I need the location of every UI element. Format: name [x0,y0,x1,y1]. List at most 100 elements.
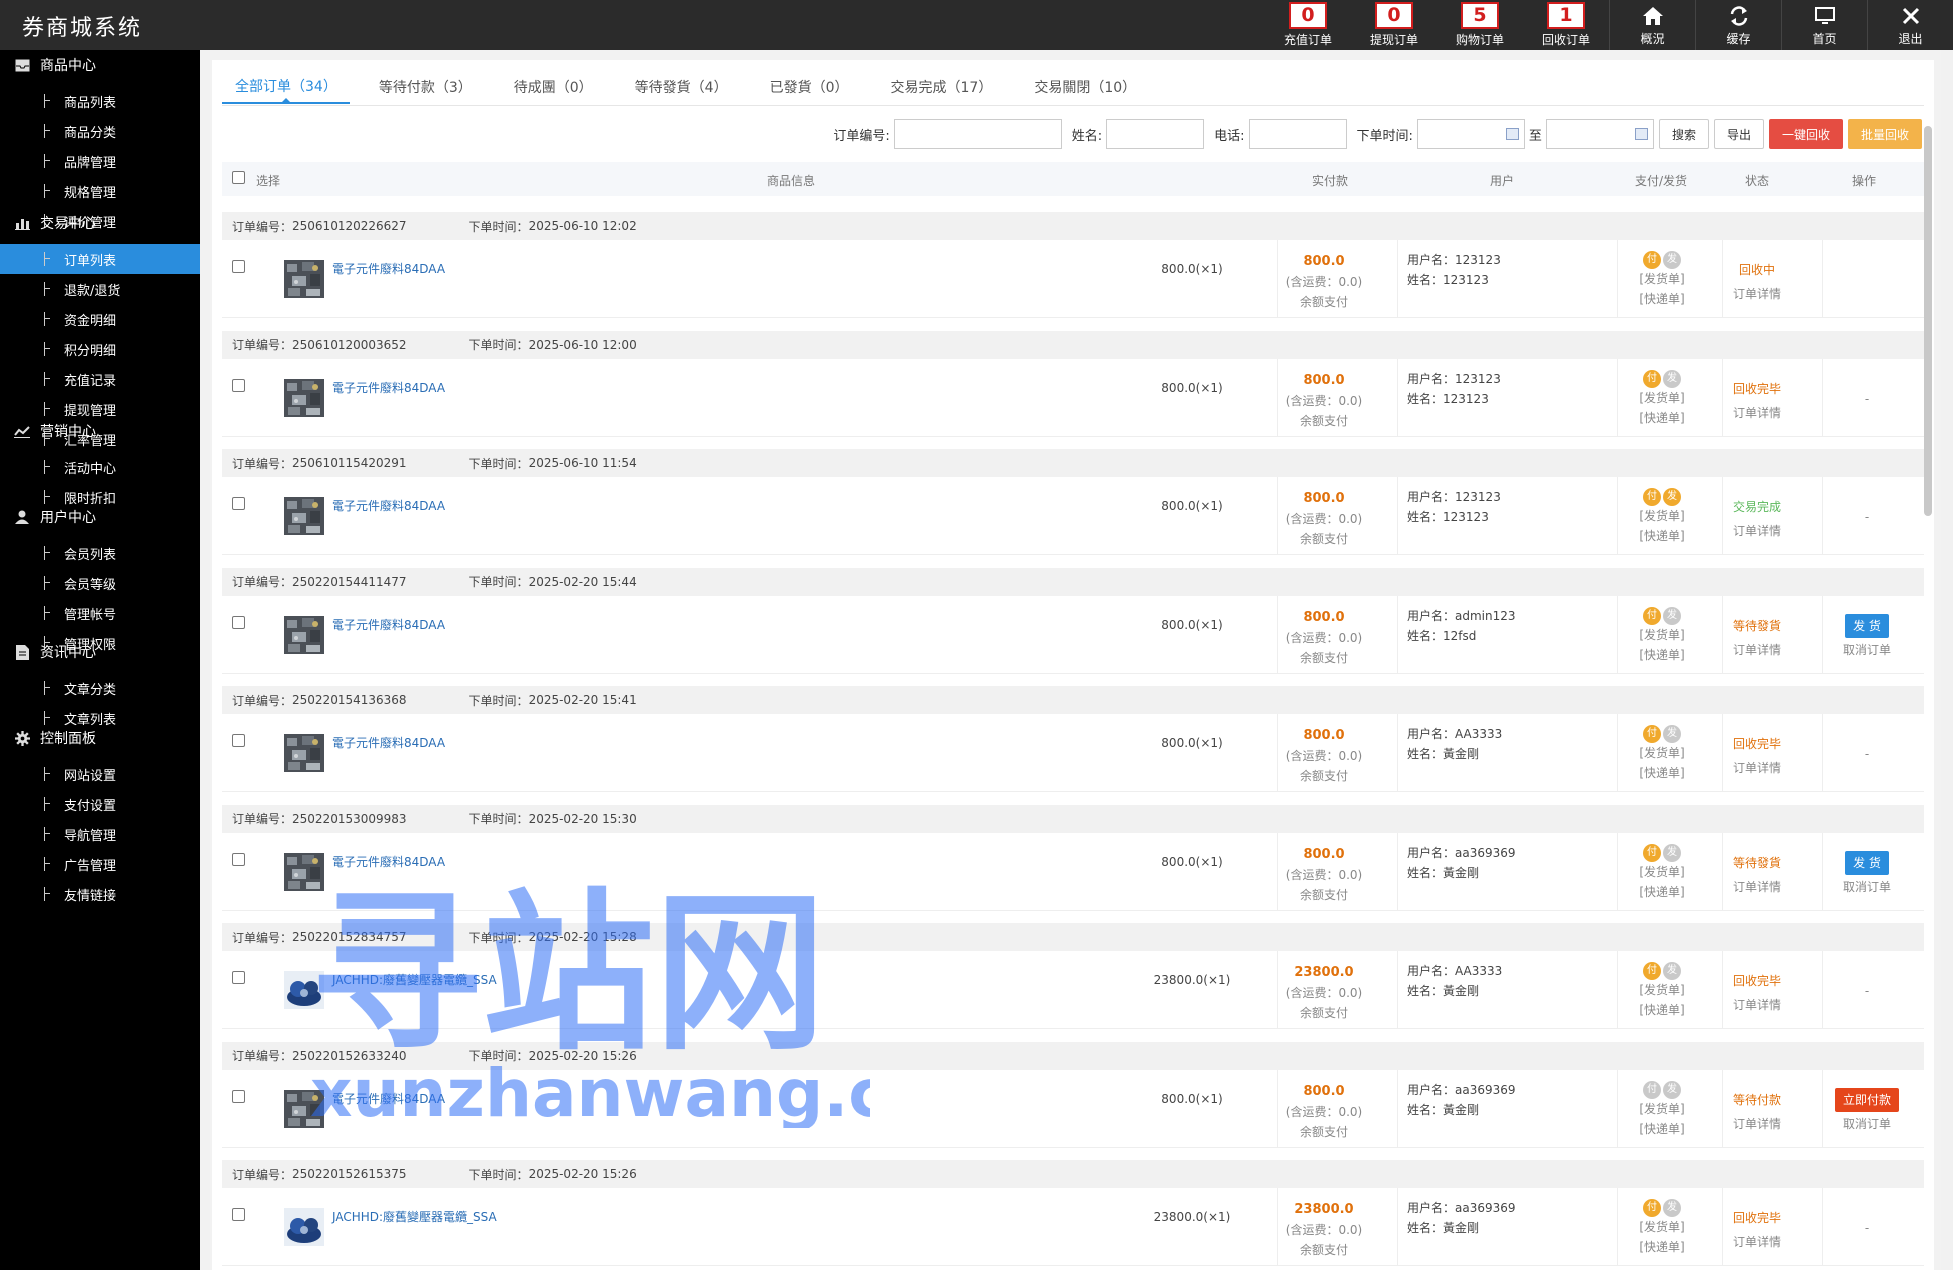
ship-doc-link[interactable]: [发货单] [1622,388,1702,408]
search-button[interactable]: 搜索 [1658,119,1709,149]
order-detail-link[interactable]: 订单详情 [1717,875,1797,899]
cancel-order-link[interactable]: 取消订单 [1822,875,1912,899]
order-checkbox[interactable] [232,497,245,510]
top-nav-monitor[interactable]: 首页 [1781,0,1867,50]
tab-4[interactable]: 已發貨（0） [757,70,862,104]
ship-doc-link[interactable]: [发货单] [1622,1217,1702,1237]
sidebar-item[interactable]: 会员等级 [0,568,200,598]
batch-recycle-button[interactable]: 批量回收 [1847,119,1922,149]
sidebar-item[interactable]: 会员列表 [0,538,200,568]
product-link[interactable]: 電子元件廢料84DAA [332,616,445,633]
select-all-checkbox[interactable] [232,171,245,184]
order-checkbox[interactable] [232,615,245,629]
pay-now-button[interactable]: 立即付款 [1834,1087,1899,1112]
calendar-icon[interactable] [1634,128,1648,140]
sidebar-item[interactable]: 支付设置 [0,789,200,819]
sidebar-item[interactable]: 规格管理 [0,176,200,206]
order-checkbox[interactable] [232,378,245,392]
ship-doc-link[interactable]: [发货单] [1622,269,1702,289]
order-detail-link[interactable]: 订单详情 [1717,993,1797,1017]
tab-5[interactable]: 交易完成（17） [878,70,1006,104]
sidebar-item[interactable]: 充值记录 [0,364,200,394]
product-link[interactable]: JACHHD:廢舊變壓器電纜_SSA [332,1208,497,1225]
product-link[interactable]: 電子元件廢料84DAA [332,853,445,870]
sidebar-section-2[interactable]: 营销中心 [0,416,200,446]
sidebar-item[interactable]: 广告管理 [0,849,200,879]
sidebar-item[interactable]: 文章分类 [0,673,200,703]
order-checkbox[interactable] [232,1089,245,1103]
express-doc-link[interactable]: [快递单] [1622,1119,1702,1139]
top-nav-close[interactable]: 退出 [1867,0,1953,50]
cancel-order-link[interactable]: 取消订单 [1822,1112,1912,1136]
sidebar-item[interactable]: 管理帐号 [0,598,200,628]
calendar-icon[interactable] [1505,128,1519,140]
product-thumbnail[interactable] [284,1208,324,1246]
ship-doc-link[interactable]: [发货单] [1622,1099,1702,1119]
order-checkbox[interactable] [232,1208,245,1221]
cancel-order-link[interactable]: 取消订单 [1822,638,1912,662]
top-nav-home[interactable]: 概況 [1609,0,1695,50]
order-detail-link[interactable]: 订单详情 [1717,1230,1797,1254]
sidebar-section-0[interactable]: 商品中心 [0,50,200,80]
top-nav-refresh[interactable]: 缓存 [1695,0,1781,50]
product-link[interactable]: 電子元件廢料84DAA [332,379,445,396]
product-thumbnail[interactable] [284,497,324,535]
tab-1[interactable]: 等待付款（3） [366,70,485,104]
product-thumbnail[interactable] [284,615,324,654]
product-thumbnail[interactable] [284,1089,324,1128]
sidebar-item[interactable]: 品牌管理 [0,146,200,176]
product-thumbnail[interactable] [284,734,324,772]
export-button[interactable]: 导出 [1713,119,1764,149]
order-no-input[interactable] [893,119,1062,149]
product-link[interactable]: 電子元件廢料84DAA [332,260,445,277]
top-nav-badge-1[interactable]: 0 提现订单 [1351,0,1437,50]
name-input[interactable] [1106,119,1205,149]
top-nav-badge-3[interactable]: 1 回收订单 [1523,0,1609,50]
sidebar-item[interactable]: 商品列表 [0,86,200,116]
sidebar-section-1[interactable]: 交易中心 [0,208,200,238]
order-detail-link[interactable]: 订单详情 [1717,638,1797,662]
ship-doc-link[interactable]: [发货单] [1622,625,1702,645]
order-checkbox[interactable] [232,734,245,747]
sidebar-item[interactable]: 退款/退货 [0,274,200,304]
tab-3[interactable]: 等待發貨（4） [622,70,741,104]
order-detail-link[interactable]: 订单详情 [1717,1112,1797,1136]
order-checkbox[interactable] [232,852,245,866]
ship-button[interactable]: 发 货 [1845,850,1889,875]
tab-0[interactable]: 全部订单（34） [222,70,350,104]
top-nav-badge-2[interactable]: 5 购物订单 [1437,0,1523,50]
sidebar-item[interactable]: 积分明细 [0,334,200,364]
ship-doc-link[interactable]: [发货单] [1622,980,1702,1000]
sidebar-item[interactable]: 订单列表 [0,244,200,274]
ship-button[interactable]: 发 货 [1845,613,1889,638]
tab-6[interactable]: 交易關閉（10） [1021,70,1149,104]
ship-doc-link[interactable]: [发货单] [1622,862,1702,882]
express-doc-link[interactable]: [快递单] [1622,526,1702,546]
start-date-input[interactable] [1416,119,1525,149]
product-link[interactable]: 電子元件廢料84DAA [332,734,445,751]
scrollbar-thumb[interactable] [1924,126,1932,516]
product-link[interactable]: 電子元件廢料84DAA [332,1090,445,1107]
product-thumbnail[interactable] [284,260,324,298]
product-link[interactable]: JACHHD:廢舊變壓器電纜_SSA [332,971,497,988]
express-doc-link[interactable]: [快递单] [1622,763,1702,783]
phone-input[interactable] [1248,119,1347,149]
express-doc-link[interactable]: [快递单] [1622,645,1702,665]
product-thumbnail[interactable] [284,852,324,891]
sidebar-section-5[interactable]: 控制面板 [0,723,200,753]
scrollbar-track[interactable] [1941,50,1953,1270]
sidebar-section-3[interactable]: 用户中心 [0,502,200,532]
order-detail-link[interactable]: 订单详情 [1717,401,1797,425]
product-thumbnail[interactable] [284,378,324,417]
product-thumbnail[interactable] [284,971,324,1009]
sidebar-section-4[interactable]: 资讯中心 [0,637,200,667]
express-doc-link[interactable]: [快递单] [1622,408,1702,428]
order-checkbox[interactable] [232,260,245,273]
express-doc-link[interactable]: [快递单] [1622,882,1702,902]
order-checkbox[interactable] [232,971,245,984]
sidebar-item[interactable]: 资金明细 [0,304,200,334]
ship-doc-link[interactable]: [发货单] [1622,743,1702,763]
sidebar-item[interactable]: 活动中心 [0,452,200,482]
sidebar-item[interactable]: 导航管理 [0,819,200,849]
tab-2[interactable]: 待成團（0） [501,70,606,104]
